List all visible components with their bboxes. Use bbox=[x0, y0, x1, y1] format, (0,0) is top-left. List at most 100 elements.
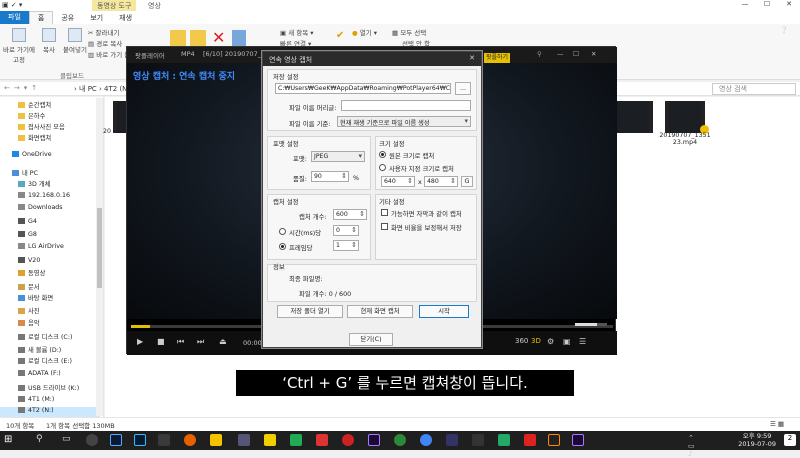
nav-item[interactable]: 3D 개체 bbox=[0, 179, 100, 190]
nav-item[interactable]: G8 bbox=[0, 231, 100, 242]
nav-item[interactable]: 192.168.0.16 bbox=[0, 192, 100, 203]
height-stepper[interactable]: 480 bbox=[424, 176, 458, 187]
nav-item[interactable]: 로컬 디스크 (E:) bbox=[0, 356, 100, 367]
scrollbar-thumb[interactable] bbox=[97, 208, 102, 288]
tray-icons[interactable]: ⌃ ▭ ♪ bbox=[688, 434, 700, 458]
kakaotalk-icon[interactable] bbox=[264, 434, 276, 446]
size-g-button[interactable]: G bbox=[461, 176, 473, 187]
task-view-icon[interactable]: ▭ bbox=[62, 434, 74, 446]
photoshop-icon[interactable] bbox=[134, 434, 146, 446]
playlist-icon[interactable]: ▣ bbox=[563, 337, 571, 346]
nav-item[interactable]: 내 PC bbox=[0, 168, 100, 179]
nav-item[interactable]: G4 bbox=[0, 218, 100, 229]
firefox-icon[interactable] bbox=[184, 434, 196, 446]
filename-basis-select[interactable]: 현재 재생 기준으로 파일 이름 생성 bbox=[337, 116, 471, 127]
nav-item[interactable]: 화면캡쳐 bbox=[0, 133, 100, 144]
nav-item[interactable]: 4T1 (M:) bbox=[0, 396, 100, 407]
time-stepper[interactable]: 0 bbox=[333, 225, 359, 236]
chrome-icon[interactable] bbox=[420, 434, 432, 446]
volume-slider[interactable] bbox=[575, 323, 607, 326]
3d-icon[interactable]: 3D bbox=[531, 337, 541, 345]
player-close-icon[interactable]: ✕ bbox=[591, 50, 596, 58]
quick-access-toolbar[interactable]: ▣ ✓ ▾ bbox=[2, 1, 22, 9]
app-icon[interactable] bbox=[524, 434, 536, 446]
paste-button[interactable]: 붙여넣기 bbox=[60, 28, 90, 54]
delete-icon[interactable]: ✕ bbox=[212, 28, 225, 47]
next-icon[interactable]: ⏭ bbox=[197, 337, 204, 347]
nav-item[interactable]: 사진 bbox=[0, 306, 100, 317]
lightroom-icon[interactable] bbox=[110, 434, 122, 446]
nav-item[interactable]: 은하수 bbox=[0, 111, 100, 122]
prefix-field[interactable] bbox=[341, 100, 471, 111]
video-thumbnail[interactable] bbox=[665, 101, 705, 133]
frame-stepper[interactable]: 1 bbox=[333, 240, 359, 251]
quality-stepper[interactable]: 90 bbox=[311, 171, 349, 182]
app-icon[interactable] bbox=[446, 434, 458, 446]
explorer-icon[interactable] bbox=[210, 434, 222, 446]
custom-size-radio[interactable] bbox=[379, 164, 386, 171]
eject-icon[interactable]: ⏏ bbox=[219, 337, 227, 346]
pin-quick-access-button[interactable]: 바로 가기에 고정 bbox=[2, 28, 36, 64]
nav-item[interactable]: OneDrive bbox=[0, 151, 100, 162]
browse-button[interactable]: ... bbox=[455, 82, 471, 95]
details-view-icon[interactable]: ☰ ▦ bbox=[770, 420, 784, 428]
time-based-radio[interactable] bbox=[279, 228, 286, 235]
nav-item[interactable]: V20 bbox=[0, 257, 100, 268]
nav-item[interactable]: Downloads bbox=[0, 204, 100, 215]
nav-arrows[interactable]: ←→▾↑ bbox=[4, 84, 41, 92]
format-select[interactable]: JPEG bbox=[311, 151, 365, 162]
nav-item[interactable]: 로컬 디스크 (C:) bbox=[0, 332, 100, 343]
tab-view[interactable]: 보기 bbox=[82, 13, 111, 23]
nav-item[interactable]: 새 볼륨 (D:) bbox=[0, 345, 100, 356]
capture-count-stepper[interactable]: 600 bbox=[333, 209, 367, 220]
copy-path-button[interactable]: ▤ 경로 복사 bbox=[88, 38, 122, 48]
search-icon[interactable]: ⚲ bbox=[36, 434, 48, 446]
cut-button[interactable]: ✂ 잘라내기 bbox=[88, 27, 119, 37]
nav-item[interactable]: ADATA (F:) bbox=[0, 370, 100, 381]
nav-scrollbar[interactable] bbox=[96, 98, 103, 416]
stop-icon[interactable]: ■ bbox=[157, 337, 165, 346]
start-icon[interactable]: ⊞ bbox=[4, 434, 16, 446]
frame-based-radio[interactable] bbox=[279, 243, 286, 250]
tab-share[interactable]: 공유 bbox=[53, 13, 82, 23]
dialog-close-icon[interactable]: ✕ bbox=[469, 54, 475, 62]
nav-item[interactable]: 음악 bbox=[0, 318, 100, 329]
app-icon[interactable] bbox=[394, 434, 406, 446]
rename-icon[interactable] bbox=[232, 30, 246, 46]
settings-icon[interactable]: ⚙ bbox=[547, 337, 554, 346]
file-label[interactable]: 20190707_1351 23.mp4 bbox=[655, 132, 715, 146]
close-icon[interactable]: ✕ bbox=[778, 0, 800, 11]
open-folder-button[interactable]: 저장 폴더 열기 bbox=[277, 305, 343, 318]
open-button[interactable]: ● 열기 ▾ bbox=[352, 27, 377, 37]
pin-icon[interactable]: ⚲ bbox=[537, 50, 542, 58]
nav-item[interactable]: LG AirDrive bbox=[0, 243, 100, 254]
app-icon[interactable] bbox=[86, 434, 98, 446]
clock[interactable]: 오후 9:59 2019-07-09 bbox=[738, 432, 776, 448]
save-path-field[interactable]: C:₩Users₩GeeK₩AppData₩Roaming₩PotPlayer6… bbox=[275, 83, 451, 94]
nav-item[interactable]: 문서 bbox=[0, 282, 100, 293]
start-button[interactable]: 시작 bbox=[419, 305, 469, 318]
play-icon[interactable]: ▶ bbox=[137, 337, 143, 346]
tab-home[interactable]: 홈 bbox=[28, 11, 54, 24]
app-icon[interactable] bbox=[238, 434, 250, 446]
copy-button[interactable]: 복사 bbox=[38, 28, 60, 54]
context-tab-video-tools[interactable]: 동영상 도구 bbox=[92, 0, 137, 11]
player-maximize-icon[interactable]: ☐ bbox=[573, 50, 579, 58]
close-button[interactable]: 닫기(C) bbox=[349, 333, 393, 346]
app-icon[interactable] bbox=[316, 434, 328, 446]
player-minimize-icon[interactable]: — bbox=[557, 50, 564, 58]
minimize-icon[interactable]: — bbox=[734, 0, 756, 11]
nav-item[interactable]: 순간캡쳐 bbox=[0, 100, 100, 111]
select-all-button[interactable]: ▦ 모두 선택 bbox=[392, 27, 426, 37]
menu-icon[interactable]: ☰ bbox=[579, 337, 586, 346]
subtitle-capture-checkbox[interactable] bbox=[381, 209, 388, 216]
capture-now-button[interactable]: 현재 화면 캡처 bbox=[347, 305, 413, 318]
paste-shortcut-button[interactable]: ▥ 바로 가기 붙 bbox=[88, 49, 130, 59]
maximize-icon[interactable]: ☐ bbox=[756, 0, 778, 11]
nav-item[interactable]: 동영상 bbox=[0, 268, 100, 279]
premiere-icon[interactable] bbox=[572, 434, 584, 446]
original-size-radio[interactable] bbox=[379, 151, 386, 158]
previous-icon[interactable]: ⏮ bbox=[177, 337, 184, 347]
nav-item[interactable]: 바탕 화면 bbox=[0, 293, 100, 304]
app-icon[interactable] bbox=[290, 434, 302, 446]
